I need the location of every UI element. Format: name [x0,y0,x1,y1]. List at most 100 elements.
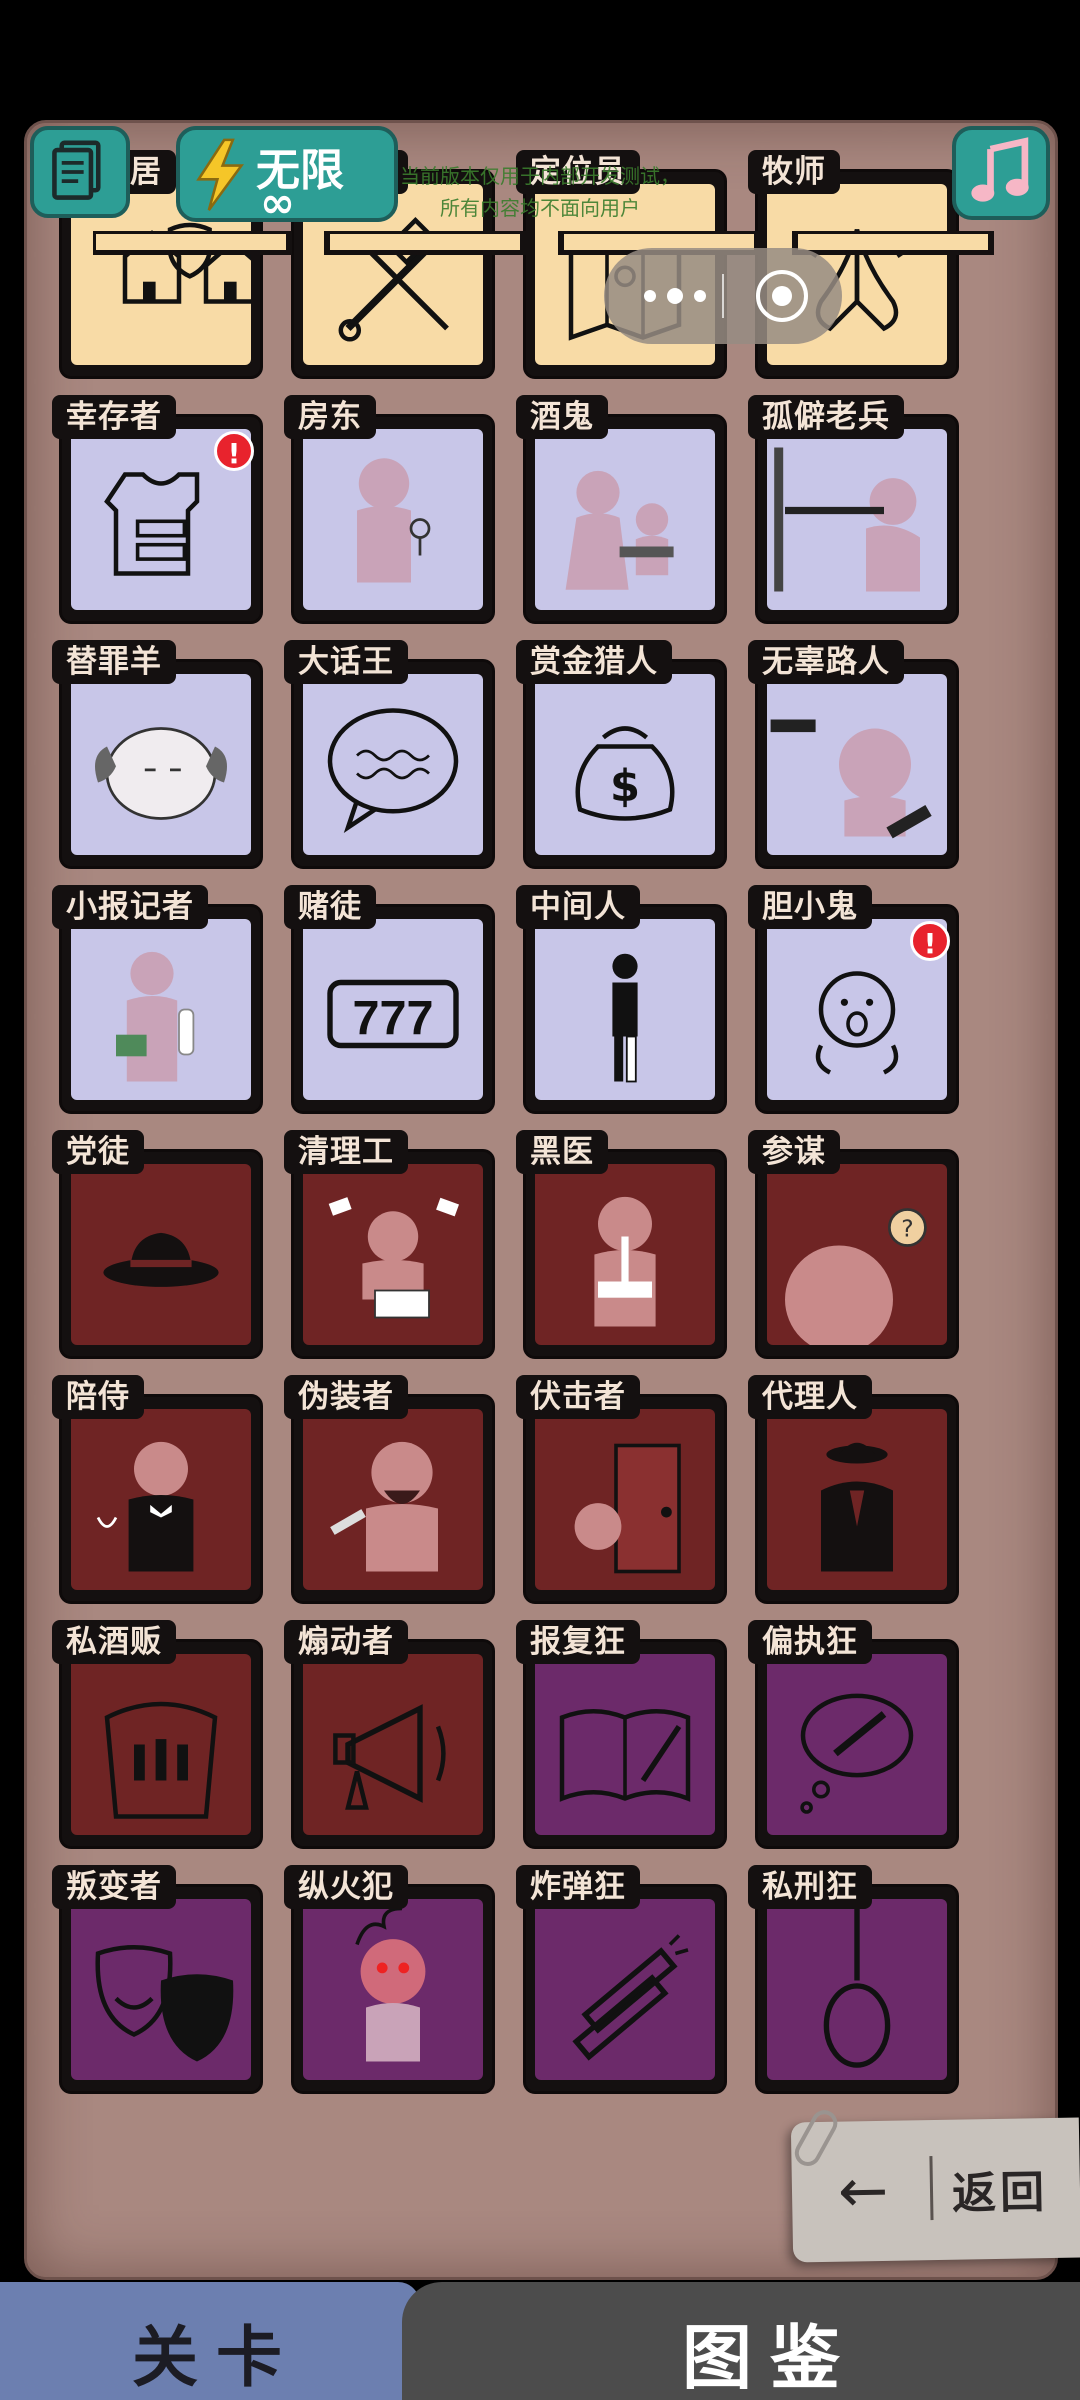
close-target-icon[interactable] [756,270,808,322]
role-card[interactable]: 私刑狂 [748,1865,959,2094]
tab-level[interactable]: 关卡 [0,2282,420,2400]
role-card[interactable]: 叛变者 [52,1865,263,2094]
role-card-label: 炸弹狂 [516,1865,640,1909]
role-card-label: 参谋 [748,1130,840,1174]
role-card[interactable]: 胆小鬼! [748,885,959,1114]
reporter-icon [116,951,195,1082]
waiter-wine-icon [96,1441,194,1572]
music-toggle-button[interactable] [952,126,1050,220]
svg-text:$: $ [610,762,640,812]
role-card-label: 报复狂 [516,1620,640,1664]
role-card-art [303,674,483,855]
role-card[interactable]: 孤僻老兵 [748,395,959,624]
speech-bubble-scribble-icon [327,708,459,834]
role-card-label: 中间人 [516,885,640,929]
landlord-keys-icon [357,458,431,583]
role-card[interactable]: 赏金猎人 $ [516,640,727,869]
role-card[interactable]: 房东 [284,395,495,624]
role-card[interactable]: 中间人 [516,885,727,1114]
role-card-label: 牧师 [748,150,840,194]
book-knife-icon [559,1709,691,1802]
energy-infinity: ∞ [260,178,295,227]
role-card-label: 私酒贩 [52,1620,176,1664]
megaphone-icon [333,1704,446,1810]
role-card[interactable]: 煽动者 [284,1620,495,1849]
theater-masks-icon [95,1945,234,2062]
role-card[interactable]: 陪侍 [52,1375,263,1604]
role-card-label: 赏金猎人 [516,640,672,684]
dev-notice-line2: 所有内容均不面向用户 [440,196,640,220]
tab-guide[interactable]: 图鉴 [402,2282,1080,2400]
arsonist-fire-icon [355,1906,426,2062]
disguiser-icon [330,1441,438,1572]
role-card-art [535,1899,715,2080]
suit-agent-icon [821,1442,893,1572]
role-card-art [767,1409,947,1590]
role-card-art [71,674,251,855]
role-card-art [303,1164,483,1345]
document-icon-button[interactable] [30,126,130,218]
dynamite-icon [572,1934,689,2061]
role-card-label: 胆小鬼 [748,885,872,929]
role-card[interactable]: 小报记者 [52,885,263,1114]
app-root: 好邻居执法长定位员牧师幸存者!房东酒鬼孤僻老兵替罪羊大话王赏金猎人$无辜路人小报… [0,0,1080,2400]
role-card[interactable]: 私酒贩 [52,1620,263,1849]
role-card[interactable]: 赌徒 777 [284,885,495,1114]
role-card-art [535,919,715,1100]
role-card[interactable]: 酒鬼 [516,395,727,624]
role-card-art: 777 [303,919,483,1100]
veteran-rifle-icon [774,447,920,592]
role-card[interactable]: 伪装者 [284,1375,495,1604]
role-card-art: ? [767,1164,947,1345]
role-catalog-panel[interactable]: 好邻居执法长定位员牧师幸存者!房东酒鬼孤僻老兵替罪羊大话王赏金猎人$无辜路人小报… [24,120,1058,2280]
lightning-icon [196,138,244,211]
thought-knife-icon [800,1693,914,1814]
role-card[interactable]: 纵火犯 [284,1865,495,2094]
role-card-label: 偏执狂 [748,1620,872,1664]
role-card[interactable]: 幸存者! [52,395,263,624]
role-card[interactable]: 偏执狂 [748,1620,959,1849]
role-card[interactable]: 替罪羊 [52,640,263,869]
slot-777-icon: 777 [327,979,459,1049]
role-card-label: 煽动者 [284,1620,408,1664]
role-card-art [767,1654,947,1835]
role-card-label: 小报记者 [52,885,208,929]
role-card[interactable]: 党徒 [52,1130,263,1359]
role-card[interactable]: 清理工 [284,1130,495,1359]
role-card-art [767,674,947,855]
role-card[interactable]: 参谋? [748,1130,959,1359]
role-card[interactable]: 代理人 [748,1375,959,1604]
role-card[interactable]: 大话王 [284,640,495,869]
role-card-label: 伏击者 [516,1375,640,1419]
role-card[interactable]: 报复狂 [516,1620,727,1849]
dev-notice-line1: 当前版本仅用于内部开发测试， [400,164,680,188]
role-card[interactable]: 炸弹狂 [516,1865,727,2094]
status-bar [0,0,1080,108]
svg-text:777: 777 [352,992,433,1046]
role-card-art [71,1899,251,2080]
capsule-divider [722,274,724,318]
svg-text:?: ? [901,1215,913,1243]
role-card-label: 清理工 [284,1130,408,1174]
role-card[interactable]: 无辜路人 [748,640,959,869]
role-card-art [303,1409,483,1590]
door-ambusher-icon [574,1443,681,1574]
role-card[interactable]: 黑医 [516,1130,727,1359]
role-card-art [535,1409,715,1590]
back-button[interactable]: ← 返回 [790,2105,1080,2263]
tab-guide-label: 图鉴 [682,2317,858,2399]
role-card-label: 酒鬼 [516,395,608,439]
more-dots-icon[interactable] [640,284,710,308]
drunkard-icon [565,470,674,590]
dev-notice: 当前版本仅用于内部开发测试， 所有内容均不面向用户 [360,160,720,224]
money-bag-icon: $ [575,726,675,821]
role-card-art [535,1654,715,1835]
role-card-label: 代理人 [748,1375,872,1419]
role-card-label: 幸存者 [52,395,176,439]
role-card[interactable]: 伏击者 [516,1375,727,1604]
role-card-art [71,919,251,1100]
role-card-label: 无辜路人 [748,640,904,684]
role-card-label: 房东 [284,395,376,439]
role-card-label: 私刑狂 [748,1865,872,1909]
tab-level-label: 关卡 [132,2319,300,2396]
